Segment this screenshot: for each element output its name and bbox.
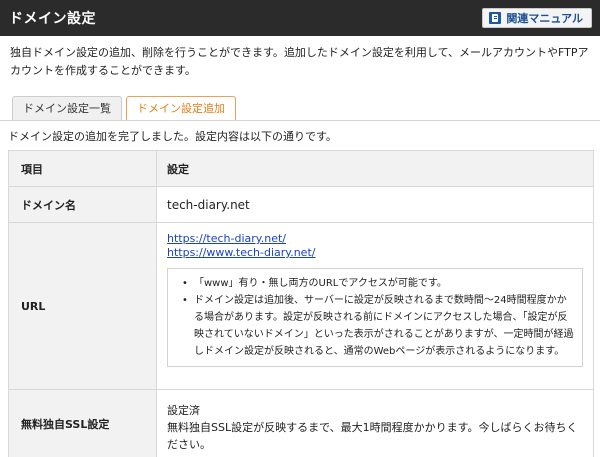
ssl-value-cell: 設定済 無料独自SSL設定が反映するまで、最大1時間程度かかります。今しばらくお… <box>157 390 593 457</box>
tab-bar: ドメイン設定一覧 ドメイン設定追加 <box>12 96 236 121</box>
table-row-url: URL https://tech-diary.net/ https://www.… <box>9 223 593 390</box>
result-table: 項目 設定 ドメイン名 tech-diary.net URL https://t… <box>8 150 594 457</box>
domain-value: tech-diary.net <box>167 197 250 212</box>
tab-divider <box>0 120 600 121</box>
header-item: 項目 <box>9 151 157 186</box>
related-manual-label: 関連マニュアル <box>506 12 583 25</box>
header-setting: 設定 <box>157 151 593 186</box>
table-row-ssl: 無料独自SSL設定 設定済 無料独自SSL設定が反映するまで、最大1時間程度かか… <box>9 390 593 457</box>
tab-domain-list[interactable]: ドメイン設定一覧 <box>12 96 122 120</box>
table-row-domain: ドメイン名 tech-diary.net <box>9 187 593 223</box>
url-note-propagation: ドメイン設定は追加後、サーバーに設定が反映されるまで数時間〜24時間程度かかる場… <box>176 292 574 360</box>
url-note-www: 「www」有り・無し両方のURLでアクセスが可能です。 <box>176 275 574 292</box>
book-icon <box>489 12 502 24</box>
page-title: ドメイン設定 <box>9 11 96 27</box>
domain-label: ドメイン名 <box>9 187 157 222</box>
ssl-status: 設定済 <box>167 404 200 417</box>
table-header-row: 項目 設定 <box>9 151 593 187</box>
related-manual-button[interactable]: 関連マニュアル <box>482 8 592 28</box>
url-label: URL <box>9 223 157 389</box>
ssl-note: 無料独自SSL設定が反映するまで、最大1時間程度かかります。今しばらくお待ちくだ… <box>167 421 578 451</box>
page-description: 独自ドメイン設定の追加、削除を行うことができます。追加したドメイン設定を利用して… <box>10 46 589 77</box>
url-value-cell: https://tech-diary.net/ https://www.tech… <box>157 223 593 389</box>
completion-message: ドメイン設定の追加を完了しました。設定内容は以下の通りです。 <box>8 130 337 143</box>
url-link-bare[interactable]: https://tech-diary.net/ <box>167 232 593 246</box>
tab-domain-add[interactable]: ドメイン設定追加 <box>126 96 236 121</box>
url-note-box: 「www」有り・無し両方のURLでアクセスが可能です。 ドメイン設定は追加後、サ… <box>167 268 583 367</box>
url-link-www[interactable]: https://www.tech-diary.net/ <box>167 246 593 260</box>
ssl-label: 無料独自SSL設定 <box>9 390 157 457</box>
page-header: ドメイン設定 関連マニュアル <box>0 0 600 36</box>
